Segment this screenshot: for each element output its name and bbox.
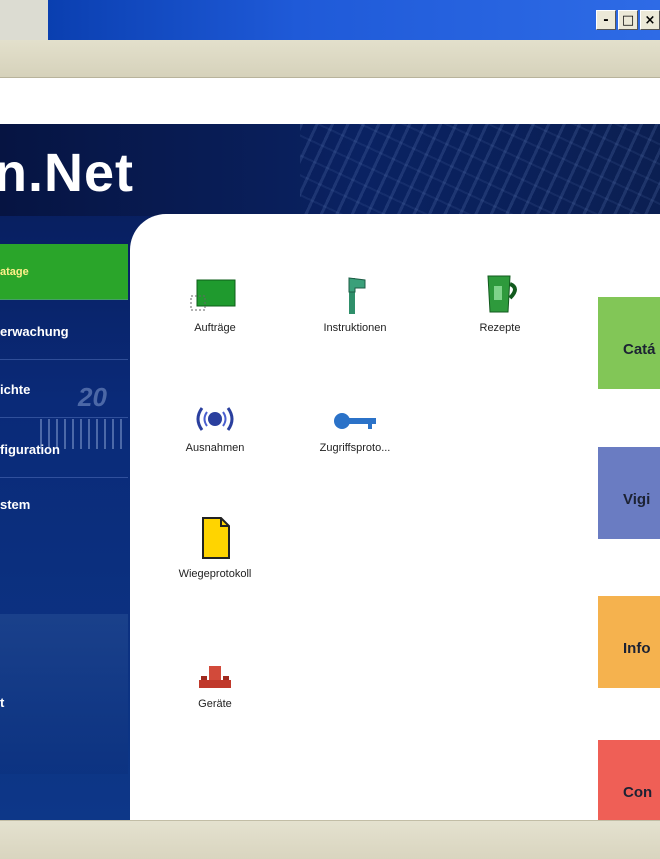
tile-orders[interactable]: Aufträge [160,268,270,334]
category-information[interactable]: Info [598,596,660,688]
nav-item-label: erwachung [0,324,69,339]
tile-instructions[interactable]: Instruktionen [300,268,410,334]
tile-label: Ausnahmen [185,442,245,454]
category-label: Info [623,640,651,657]
tile-exceptions[interactable]: Ausnahmen [160,388,270,454]
tile-access-log[interactable]: Zugriffsproto... [300,388,410,454]
tile-label: Geräte [198,698,232,710]
orders-icon [160,268,270,316]
address-area [0,78,660,124]
tile-label: Aufträge [194,322,236,334]
nav-item-label: ichte [0,382,31,397]
tile-devices[interactable]: Geräte [160,644,270,710]
tile-weighing-log[interactable]: Wiegeprotokoll [160,514,270,580]
exceptions-icon [160,388,270,436]
nav-item-exit[interactable]: t [0,674,128,730]
nav-item-catalogue[interactable]: atage [0,244,128,300]
left-nav: atage erwachung ichte figuration stem t [0,244,128,820]
toolbar [0,40,660,78]
tile-label: Rezepte [479,322,521,334]
devices-icon [160,644,270,692]
content-panel: Aufträge Instruktionen Rezepte Ausnahmen… [130,214,660,820]
instructions-icon [300,268,410,316]
close-button[interactable]: × [640,10,660,30]
minimize-button[interactable]: - [596,10,616,30]
nav-item-label: atage [0,265,29,278]
weighing-log-icon [160,514,270,562]
tile-label: Zugriffsproto... [319,442,391,454]
application-area: n.Net atage erwachung ichte figuration s… [0,124,660,820]
maximize-button[interactable]: □ [618,10,638,30]
app-header: n.Net [0,124,660,216]
header-pattern [300,124,660,216]
nav-deco-number: 20 [78,382,107,412]
nav-item-system[interactable]: stem [0,476,128,532]
status-bar [0,820,660,859]
category-label: Vigi [623,491,651,508]
tile-label: Instruktionen [323,322,387,334]
access-log-icon [300,388,410,436]
category-catalogue[interactable]: Catá [598,297,660,389]
nav-item-monitoring[interactable]: erwachung [0,304,128,360]
category-label: Catá [623,341,656,358]
category-label: Con [623,784,653,801]
nav-item-label: t [0,694,5,710]
window-controls: - □ × [596,10,660,30]
category-monitoring[interactable]: Vigi [598,447,660,539]
nav-item-label: stem [0,496,31,512]
tile-label: Wiegeprotokoll [178,568,252,580]
nav-scale-decoration [40,419,128,449]
nav-item-reports[interactable]: ichte [0,362,128,418]
app-title: n.Net [0,143,134,203]
recipes-icon [445,268,555,316]
category-configuration[interactable]: Con [598,740,660,832]
tile-recipes[interactable]: Rezepte [445,268,555,334]
window-titlebar: - □ × [0,0,660,40]
